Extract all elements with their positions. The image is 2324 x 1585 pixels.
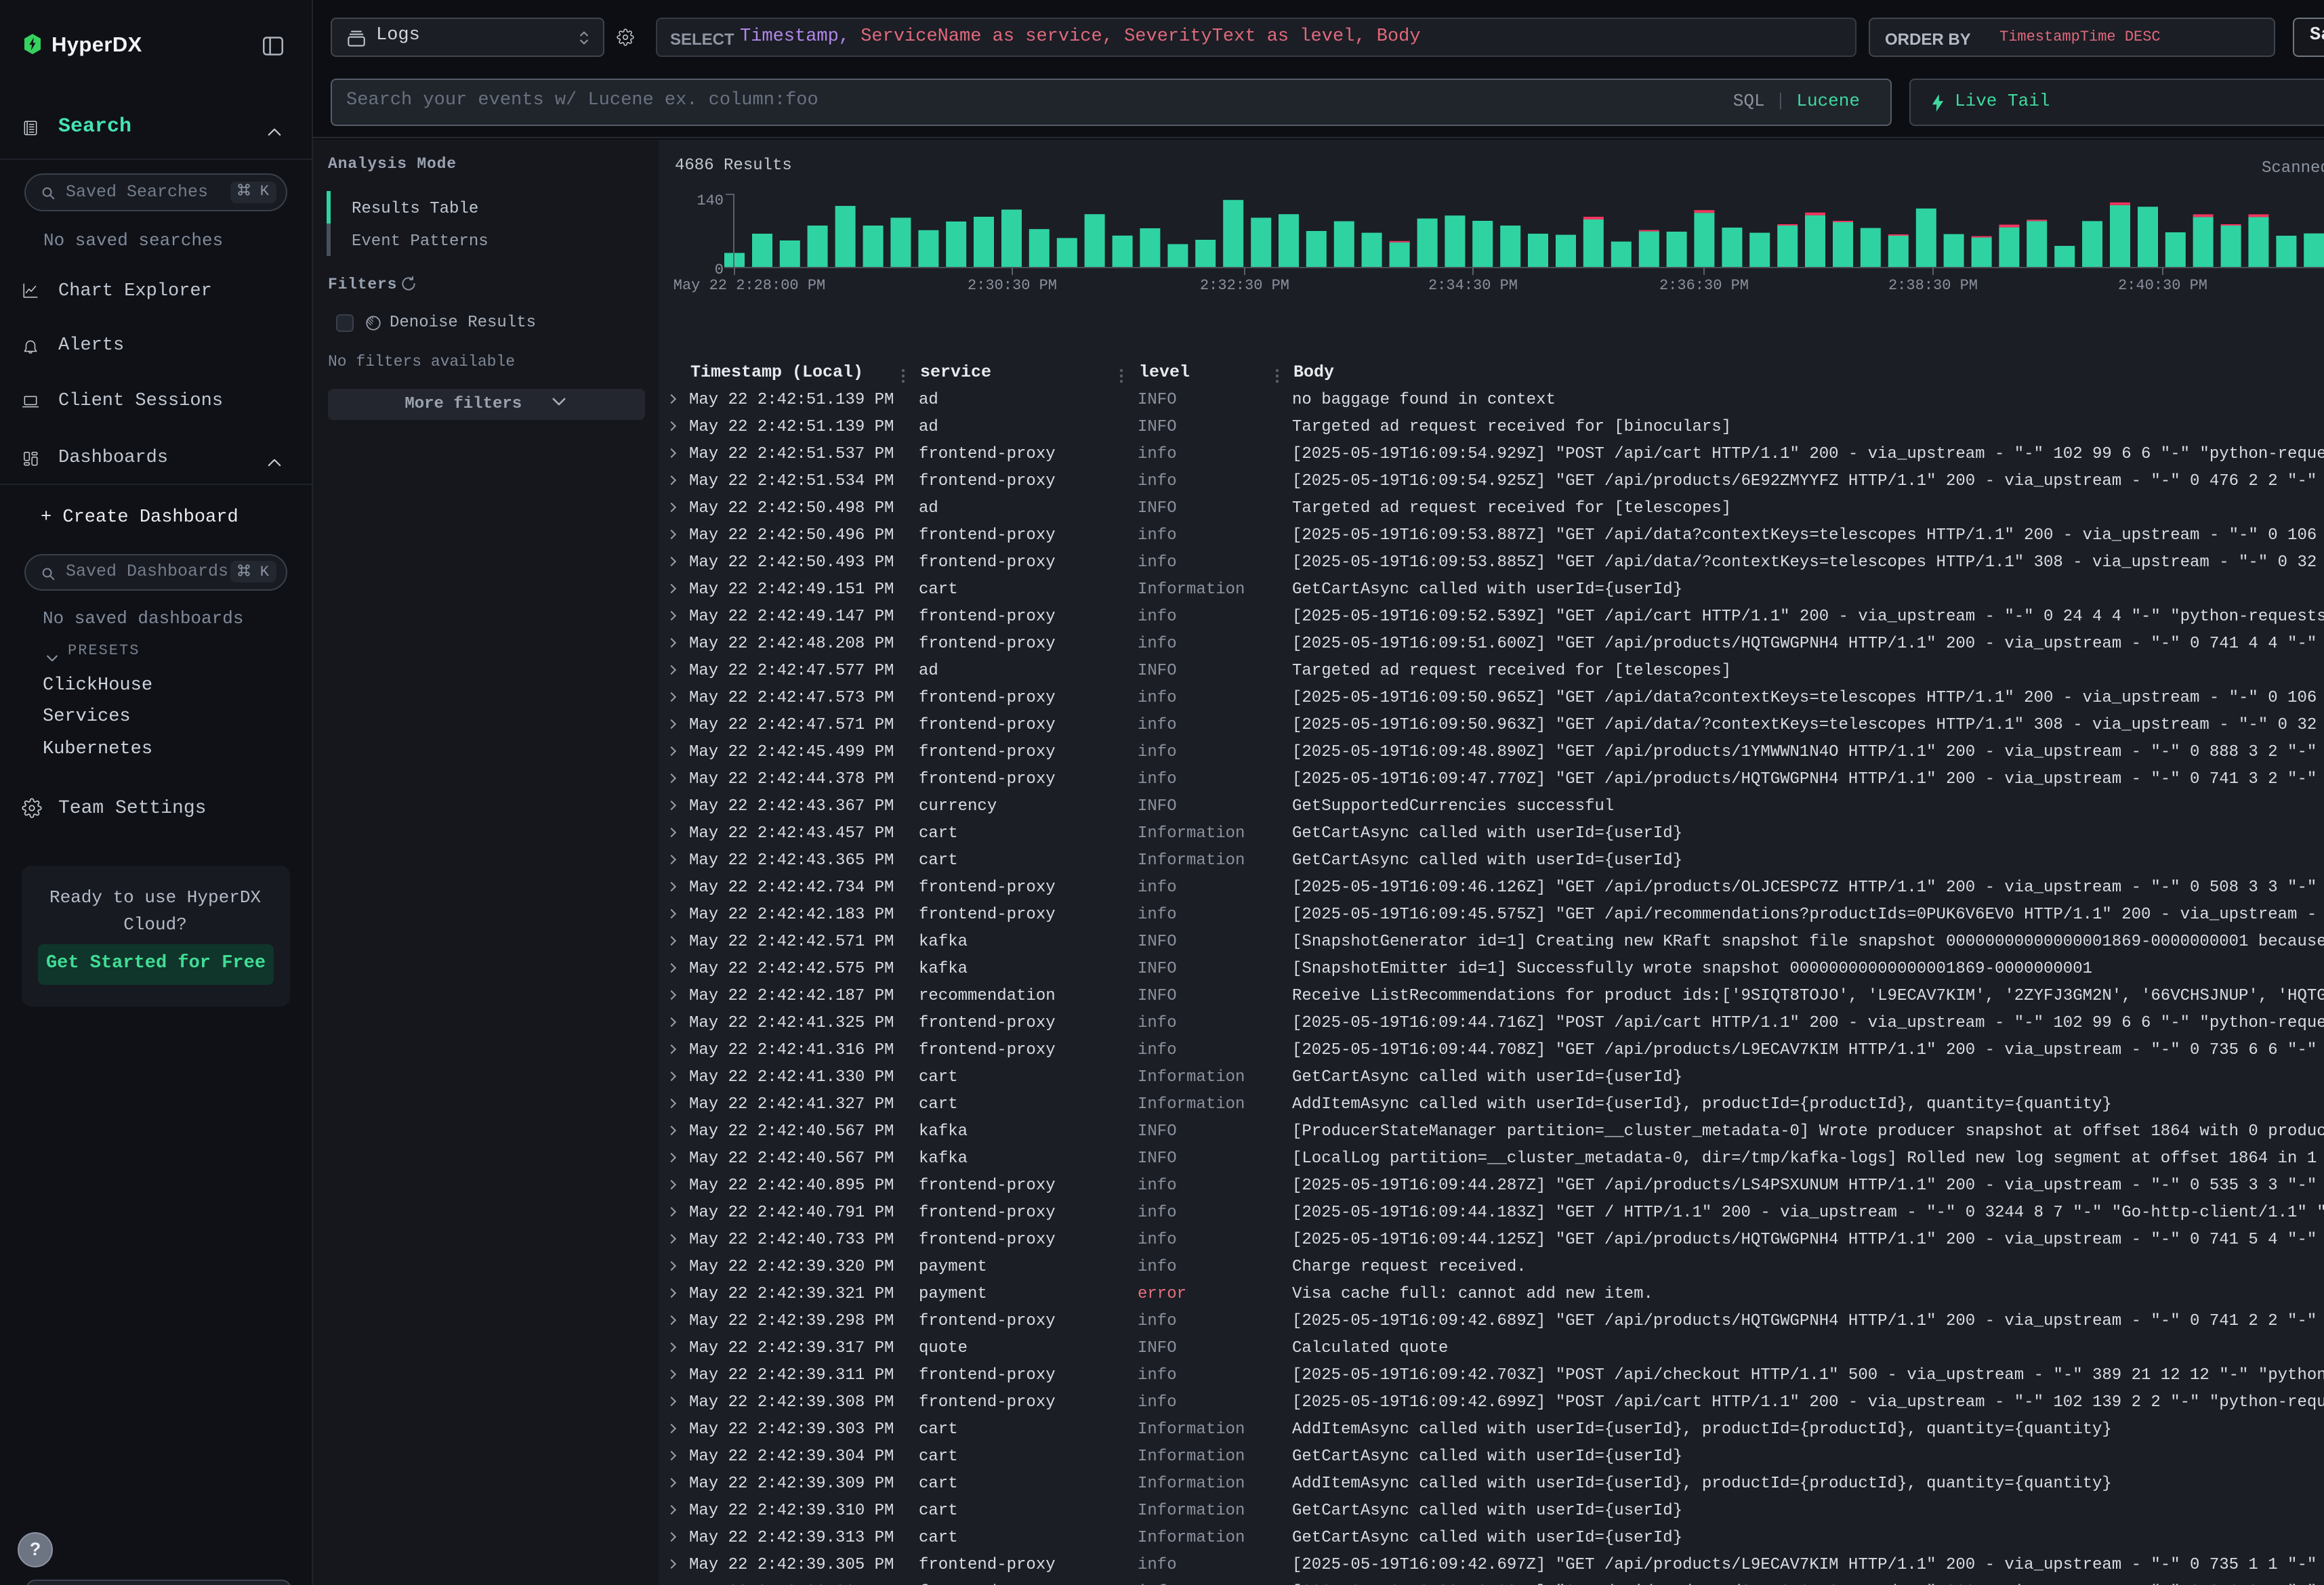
svg-text:140: 140 [697,192,724,209]
svg-text:2:34:30 PM: 2:34:30 PM [1428,277,1518,294]
svg-text:2:30:30 PM: 2:30:30 PM [968,277,1057,294]
svg-text:0: 0 [715,261,724,278]
svg-text:2:36:30 PM: 2:36:30 PM [1659,277,1749,294]
svg-text:2:40:30 PM: 2:40:30 PM [2118,277,2207,294]
svg-text:2:38:30 PM: 2:38:30 PM [1888,277,1978,294]
svg-text:May 22 2:28:00 PM: May 22 2:28:00 PM [673,277,825,294]
svg-text:2:32:30 PM: 2:32:30 PM [1200,277,1289,294]
